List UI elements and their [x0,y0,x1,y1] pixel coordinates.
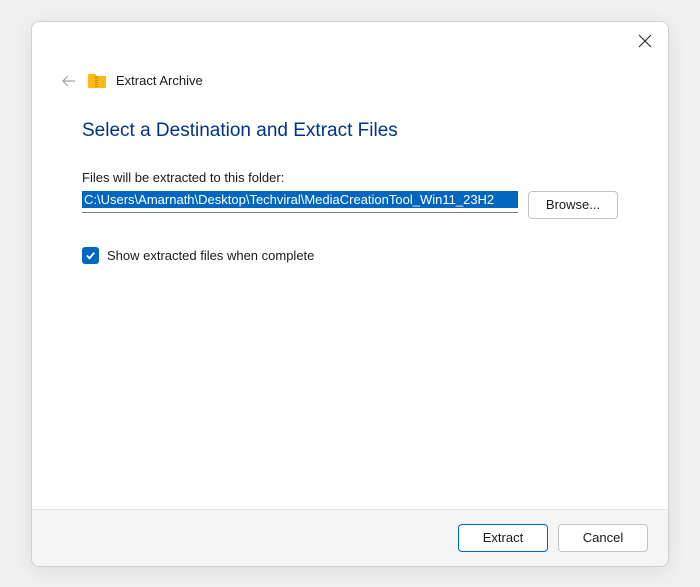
close-button[interactable] [638,34,654,50]
back-button[interactable] [60,72,78,90]
path-input-underline [82,191,518,213]
path-label: Files will be extracted to this folder: [82,170,618,185]
checkmark-icon [85,250,96,261]
dialog-title: Extract Archive [116,73,203,88]
dialog-footer: Extract Cancel [32,509,668,566]
path-row: Browse... [82,191,618,219]
browse-button[interactable]: Browse... [528,191,618,219]
page-heading: Select a Destination and Extract Files [82,120,618,142]
dialog-content: Select a Destination and Extract Files F… [32,90,668,509]
show-files-checkbox-label[interactable]: Show extracted files when complete [107,248,314,263]
cancel-button[interactable]: Cancel [558,524,648,552]
archive-folder-icon [88,74,106,88]
extract-archive-dialog: Extract Archive Select a Destination and… [31,21,669,567]
show-files-checkbox[interactable] [82,247,99,264]
arrow-left-icon [60,72,78,90]
close-icon [638,34,652,48]
show-files-checkbox-row[interactable]: Show extracted files when complete [82,247,618,264]
destination-path-input[interactable] [82,191,518,208]
extract-button[interactable]: Extract [458,524,548,552]
titlebar: Extract Archive [32,22,668,90]
